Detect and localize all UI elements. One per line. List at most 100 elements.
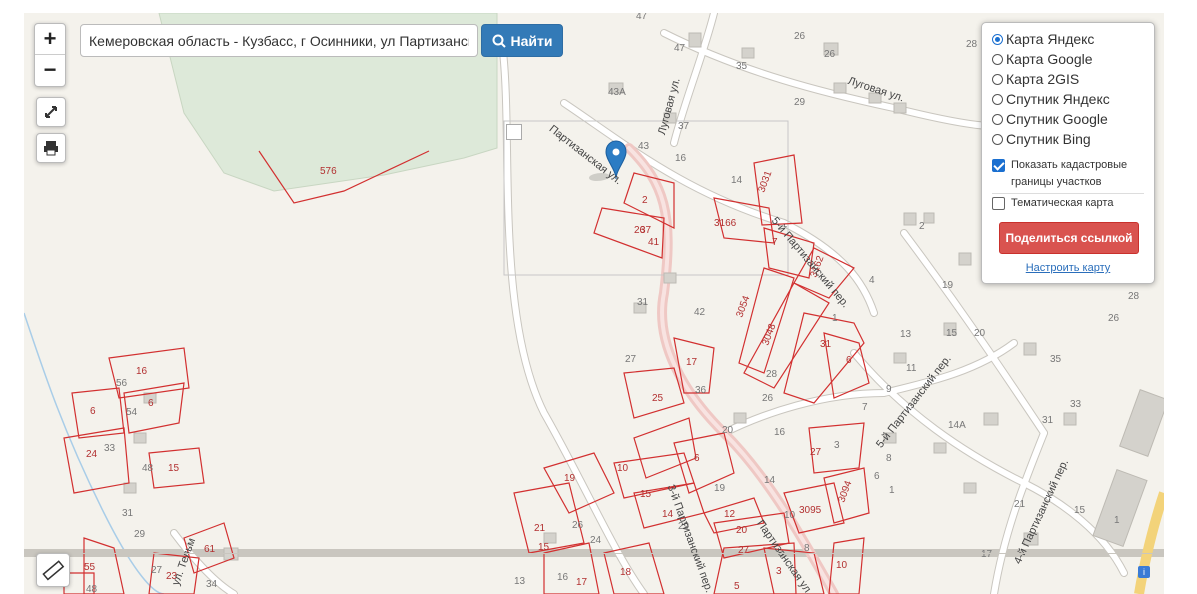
svg-text:48: 48 — [142, 463, 154, 474]
share-link-button[interactable]: Поделиться ссылкой — [999, 222, 1139, 254]
svg-text:576: 576 — [320, 166, 337, 177]
svg-text:17: 17 — [686, 357, 698, 368]
svg-text:26: 26 — [794, 31, 806, 42]
svg-text:14: 14 — [764, 475, 776, 486]
svg-text:2: 2 — [919, 221, 925, 232]
thematic-label: Тематическая карта — [1011, 197, 1114, 209]
svg-text:41: 41 — [648, 237, 660, 248]
thematic-toggle[interactable]: Тематическая карта — [992, 195, 1113, 212]
layer-label: Карта Яндекс — [1006, 31, 1095, 47]
cadastral-parcels — [63, 150, 870, 594]
thematic-checkbox[interactable] — [992, 197, 1005, 210]
svg-text:7: 7 — [772, 237, 778, 248]
svg-text:29: 29 — [134, 529, 146, 540]
address-search-input[interactable] — [80, 24, 478, 57]
layer-panel: Карта Яндекс Карта Google Карта 2GIS Спу… — [981, 22, 1155, 284]
print-button[interactable] — [36, 133, 66, 163]
svg-text:16: 16 — [557, 572, 569, 583]
search-button[interactable]: Найти — [481, 24, 563, 57]
svg-text:33: 33 — [1070, 399, 1082, 410]
svg-text:21: 21 — [534, 523, 546, 534]
radio[interactable] — [992, 93, 1003, 105]
svg-text:2: 2 — [642, 195, 648, 206]
configure-map-link[interactable]: Настроить карту — [982, 262, 1154, 274]
layer-google-satellite[interactable]: Спутник Google — [992, 109, 1108, 129]
svg-text:48: 48 — [86, 584, 98, 594]
ruler-button[interactable] — [36, 553, 70, 587]
svg-text:20: 20 — [974, 328, 986, 339]
svg-text:10: 10 — [784, 510, 796, 521]
print-icon — [44, 141, 58, 156]
cadastral-toggle[interactable]: Показать кадастровые границы участков — [992, 157, 1144, 191]
svg-text:15: 15 — [538, 542, 550, 553]
svg-text:16: 16 — [136, 366, 148, 377]
fullscreen-button[interactable] — [36, 97, 66, 127]
svg-text:26: 26 — [762, 393, 774, 404]
svg-text:36: 36 — [695, 385, 707, 396]
svg-text:27: 27 — [810, 447, 822, 458]
svg-text:55: 55 — [84, 562, 96, 573]
svg-text:25: 25 — [652, 393, 664, 404]
svg-text:15: 15 — [1074, 505, 1086, 516]
svg-text:15: 15 — [640, 489, 652, 500]
layer-google-map[interactable]: Карта Google — [992, 49, 1093, 69]
map-info-icon[interactable]: i — [1138, 566, 1150, 578]
layer-yandex-satellite[interactable]: Спутник Яндекс — [992, 89, 1110, 109]
svg-text:6: 6 — [846, 355, 852, 366]
svg-text:6: 6 — [90, 406, 96, 417]
svg-text:29: 29 — [794, 97, 806, 108]
svg-text:16: 16 — [774, 427, 786, 438]
svg-text:13: 13 — [514, 576, 526, 587]
radio[interactable] — [992, 113, 1003, 125]
radio[interactable] — [992, 53, 1003, 65]
svg-text:15: 15 — [168, 463, 180, 474]
radio[interactable] — [992, 133, 1003, 145]
svg-text:54: 54 — [126, 407, 138, 418]
svg-text:3: 3 — [834, 440, 840, 451]
layer-2gis-map[interactable]: Карта 2GIS — [992, 69, 1079, 89]
svg-text:26: 26 — [1108, 313, 1120, 324]
svg-text:6: 6 — [874, 471, 880, 482]
svg-text:26: 26 — [572, 520, 584, 531]
svg-text:13: 13 — [900, 329, 912, 340]
cadastral-checkbox[interactable] — [992, 159, 1005, 172]
svg-text:4: 4 — [869, 275, 875, 286]
zoom-in-button[interactable]: + — [35, 24, 65, 54]
svg-text:8: 8 — [886, 453, 892, 464]
svg-text:7: 7 — [862, 402, 868, 413]
svg-text:35: 35 — [1050, 354, 1062, 365]
svg-text:14: 14 — [662, 509, 674, 520]
radio-selected[interactable] — [992, 33, 1003, 45]
svg-text:15: 15 — [946, 328, 958, 339]
svg-text:6: 6 — [694, 453, 700, 464]
svg-text:11: 11 — [906, 363, 917, 374]
svg-text:28: 28 — [966, 39, 978, 50]
svg-text:42: 42 — [694, 307, 706, 318]
cadastral-label: Показать кадастровые границы участков — [1011, 159, 1128, 188]
main-street — [624, 143, 839, 594]
svg-text:3094: 3094 — [836, 479, 854, 504]
svg-text:27: 27 — [738, 545, 750, 556]
svg-text:3095: 3095 — [799, 505, 822, 516]
svg-text:14А: 14А — [948, 420, 966, 431]
svg-text:19: 19 — [564, 473, 576, 484]
svg-text:47: 47 — [674, 43, 686, 54]
svg-text:10: 10 — [836, 560, 848, 571]
layer-yandex-map[interactable]: Карта Яндекс — [992, 29, 1094, 49]
expand-icon — [45, 106, 57, 118]
svg-text:33: 33 — [104, 443, 116, 454]
svg-text:3031: 3031 — [756, 169, 774, 194]
svg-text:20: 20 — [722, 425, 734, 436]
map-canvas[interactable]: 47 26 28 47 35 26 29 43А 37 43 16 14 2 4 19 28 26 31 4… — [24, 13, 1164, 594]
svg-text:26: 26 — [824, 49, 836, 60]
svg-text:1: 1 — [1114, 515, 1120, 526]
layer-bing-satellite[interactable]: Спутник Bing — [992, 129, 1091, 149]
svg-text:16: 16 — [675, 153, 687, 164]
svg-text:27: 27 — [625, 354, 637, 365]
ruler-icon — [42, 560, 65, 581]
search-icon — [492, 34, 506, 48]
layer-label: Карта Google — [1006, 51, 1093, 67]
zoom-out-button[interactable]: − — [35, 54, 65, 85]
radio[interactable] — [992, 73, 1003, 85]
svg-text:1: 1 — [832, 313, 838, 324]
